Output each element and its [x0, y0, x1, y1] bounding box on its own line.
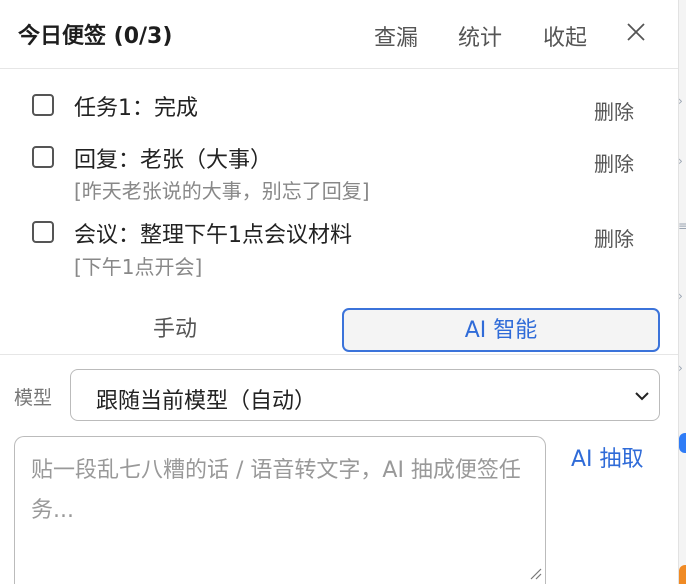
background-orange-marker [679, 565, 686, 584]
delete-button[interactable]: 删除 [594, 96, 634, 125]
background-glyph-icon: › [678, 289, 683, 303]
task-title: 会议：整理下午1点会议材料 [74, 223, 352, 248]
delete-button[interactable]: 删除 [594, 223, 634, 252]
model-label: 模型 [14, 387, 53, 409]
task-checkbox[interactable] [32, 221, 54, 243]
close-icon[interactable] [624, 20, 648, 44]
raw-text-input[interactable]: 贴一段乱七八糟的话 / 语音转文字，AI 抽成便签任务... [14, 436, 546, 584]
tab-ai[interactable]: AI 智能 [342, 308, 660, 352]
model-select-value: 跟随当前模型（自动） [96, 389, 317, 414]
task-checkbox[interactable] [32, 146, 54, 168]
panel-header: 今日便签 (0/3) 查漏 统计 收起 [0, 0, 678, 69]
ai-extract-button[interactable]: AI 抽取 [571, 441, 644, 473]
background-glyph-icon: › [678, 94, 683, 108]
panel-title: 今日便签 (0/3) [18, 24, 173, 49]
resize-handle-icon[interactable] [527, 565, 543, 581]
model-select[interactable]: 跟随当前模型（自动） [70, 369, 660, 421]
task-checkbox[interactable] [32, 94, 54, 116]
background-glyph-icon: › [678, 154, 683, 168]
background-blue-marker [679, 433, 686, 453]
statistics-button[interactable]: 统计 [458, 20, 502, 52]
section-divider [0, 354, 678, 355]
task-note: [下午1点开会] [74, 255, 203, 279]
chevron-down-icon [635, 392, 649, 401]
notes-panel: 今日便签 (0/3) 查漏 统计 收起 任务1：完成 删除 回复：老张（大事） … [0, 0, 678, 584]
task-note: [昨天老张说的大事，别忘了回复] [74, 179, 370, 203]
background-glyph-icon: ≡ [678, 219, 686, 233]
background-glyph-icon: › [678, 361, 683, 375]
mode-tabs: 手动 AI 智能 [0, 306, 678, 356]
check-missing-button[interactable]: 查漏 [374, 20, 418, 52]
task-title: 任务1：完成 [74, 96, 198, 121]
input-placeholder: 贴一段乱七八糟的话 / 语音转文字，AI 抽成便签任务... [31, 458, 521, 523]
collapse-button[interactable]: 收起 [543, 20, 587, 52]
task-title: 回复：老张（大事） [74, 148, 273, 173]
delete-button[interactable]: 删除 [594, 148, 634, 177]
tab-manual[interactable]: 手动 [20, 308, 330, 352]
